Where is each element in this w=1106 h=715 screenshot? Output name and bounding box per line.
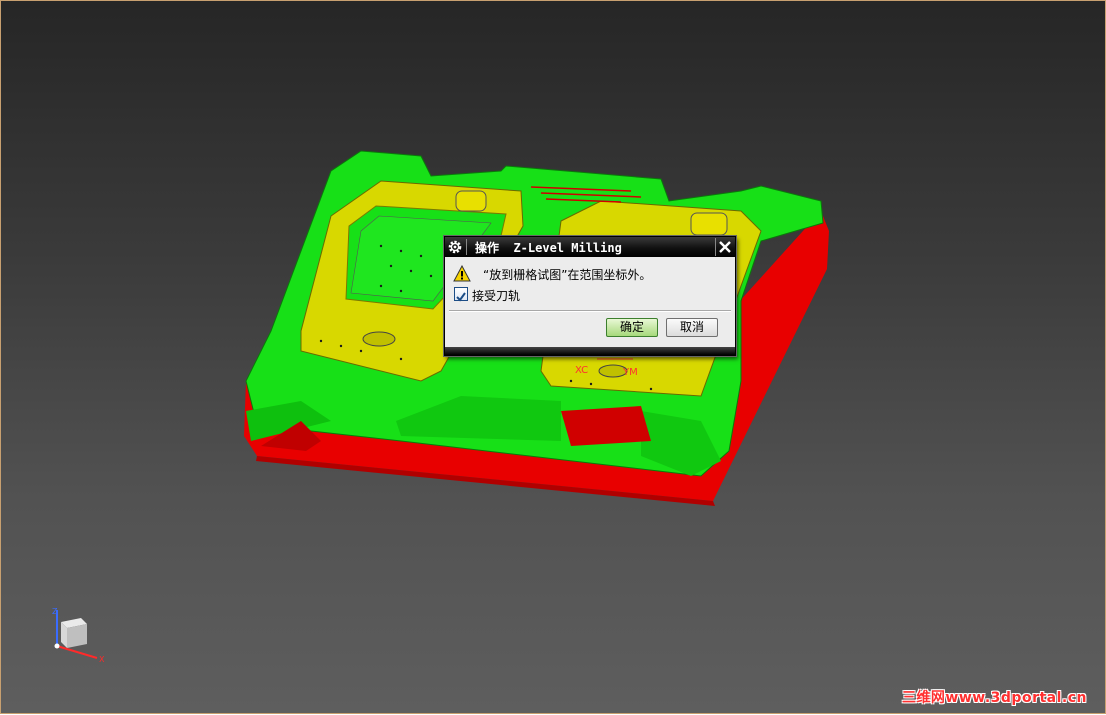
triad-x-label: X	[99, 655, 105, 664]
close-button[interactable]	[715, 238, 734, 256]
dialog-divider	[449, 310, 731, 312]
dialog-bottom-bar	[445, 347, 735, 355]
ok-button[interactable]: 确定	[606, 318, 658, 337]
close-icon	[719, 241, 731, 253]
wcs-label: XC	[575, 365, 588, 376]
mold-model[interactable]: XC YM	[1, 1, 1106, 715]
graphics-viewport[interactable]: XC YM Z X 三维网www.3dportal.cn	[0, 0, 1106, 714]
wcs-label-2: YM	[622, 367, 638, 378]
orientation-triad-icon: Z X	[52, 607, 105, 664]
warning-icon	[453, 265, 471, 282]
checkmark-icon	[456, 292, 466, 302]
operation-dialog: 操作 Z-Level Milling “放到栅格试图”在范围坐标外。 接受刀轨 …	[444, 236, 736, 356]
gear-icon	[448, 240, 462, 254]
accept-toolpath-label: 接受刀轨	[472, 289, 521, 303]
dialog-titlebar[interactable]: 操作 Z-Level Milling	[445, 237, 735, 257]
warning-message: “放到栅格试图”在范围坐标外。	[483, 268, 652, 282]
dialog-title: 操作 Z-Level Milling	[475, 241, 622, 255]
accept-toolpath-checkbox[interactable]	[454, 287, 468, 302]
cancel-button[interactable]: 取消	[666, 318, 718, 337]
triad-z-label: Z	[52, 607, 58, 616]
watermark: 三维网www.3dportal.cn	[901, 690, 1087, 706]
